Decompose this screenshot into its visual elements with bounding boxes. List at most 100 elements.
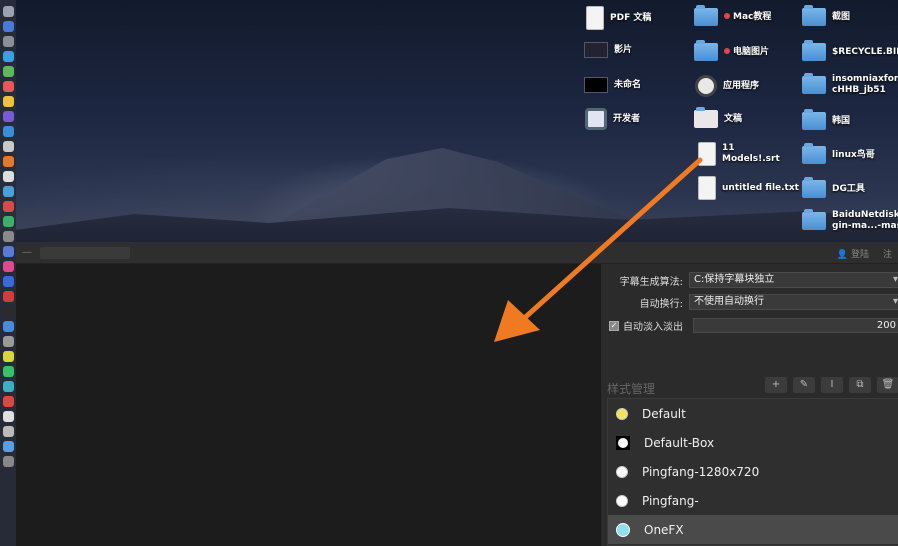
app-icon[interactable] — [2, 66, 14, 77]
style-list: Default Default-Box Pingfang-1280x720 Pi… — [607, 398, 898, 546]
desktop-item-label: PDF 文稿 — [610, 12, 652, 23]
desktop-item[interactable]: BaiduNetdiskPl gin-ma...-maste — [802, 209, 898, 232]
style-item-pingfang[interactable]: Pingfang- — [608, 486, 898, 515]
movie-thumbnail-icon — [584, 42, 608, 58]
desktop-item[interactable]: Mac教程 — [694, 5, 771, 26]
desktop-item-label: $RECYCLE.BIN — [832, 46, 898, 57]
style-name: OneFX — [644, 522, 684, 537]
desktop-item-label: 文稿 — [724, 113, 743, 124]
desktop-item-label: 应用程序 — [723, 80, 760, 91]
edit-style-button[interactable]: ✎ — [793, 377, 815, 393]
app-icon[interactable] — [2, 276, 14, 287]
desktop-item[interactable]: linux鸟哥 — [802, 143, 875, 164]
app-icon[interactable] — [2, 321, 14, 332]
safari-icon[interactable] — [2, 51, 14, 62]
style-name: Default-Box — [644, 435, 715, 450]
app-icon[interactable] — [2, 336, 14, 347]
desktop-item-label: 未命名 — [614, 79, 642, 90]
auto-wrap-select[interactable]: 不使用自动换行 — [689, 294, 898, 310]
developer-app-icon — [585, 108, 607, 130]
app-icon[interactable] — [2, 411, 14, 422]
app-icon[interactable] — [2, 426, 14, 437]
color-swatch-icon — [616, 522, 630, 537]
image-thumbnail-icon — [584, 77, 608, 93]
window-tab[interactable] — [40, 246, 130, 259]
fade-checkbox[interactable]: ✓ — [609, 320, 619, 331]
fade-duration-field[interactable]: 200 — [693, 318, 898, 333]
subtitle-algo-select[interactable]: C:保持字幕块独立 — [689, 272, 898, 288]
desktop-item-label: 11 Models!.srt — [722, 143, 780, 164]
desktop-item[interactable]: 影片 — [584, 42, 632, 58]
launchpad-icon[interactable] — [2, 21, 14, 32]
app-icon[interactable] — [2, 171, 14, 182]
style-name: Default — [642, 406, 686, 421]
desktop-item[interactable]: 电脑图片 — [694, 40, 769, 61]
folder-icon[interactable] — [2, 441, 14, 452]
box-swatch-icon — [616, 435, 630, 450]
rename-style-button[interactable]: I — [821, 377, 843, 393]
desktop-item[interactable]: PDF 文稿 — [586, 6, 651, 30]
desktop-item-label: BaiduNetdiskPl gin-ma...-maste — [832, 210, 898, 231]
app-icon[interactable] — [2, 126, 14, 137]
app-icon[interactable] — [2, 216, 14, 227]
desktop-item[interactable]: DG工具 — [802, 177, 865, 198]
desktop-item[interactable]: $RECYCLE.BIN — [802, 40, 898, 61]
subtitle-algo-row: 字幕生成算法: C:保持字幕块独立 — [601, 272, 898, 288]
app-icon[interactable] — [2, 261, 14, 272]
style-item-pingfang-1280[interactable]: Pingfang-1280x720 — [608, 457, 898, 486]
desktop-item-label: insomniaxforma cHHB_jb51 — [832, 74, 898, 95]
document-icon — [698, 176, 716, 200]
app-icon[interactable] — [2, 396, 14, 407]
red-tag-icon — [724, 12, 730, 19]
desktop-item[interactable]: 11 Models!.srt — [698, 142, 792, 166]
app-icon[interactable] — [2, 381, 14, 392]
documents-folder-icon — [694, 107, 718, 128]
settings-panel: 字幕生成算法: C:保持字幕块独立 自动换行: 不使用自动换行 ✓ 自动淡入淡出… — [600, 264, 898, 546]
desktop-item[interactable]: insomniaxforma cHHB_jb51 — [802, 73, 898, 96]
desktop-item[interactable]: 未命名 — [584, 77, 641, 93]
folder-icon — [802, 109, 826, 130]
app-icon[interactable] — [2, 186, 14, 197]
folder-icon — [802, 73, 826, 94]
add-style-button[interactable]: + — [765, 377, 787, 393]
app-icon[interactable] — [2, 156, 14, 167]
login-label: 登陆 — [850, 250, 869, 260]
color-swatch-icon — [616, 407, 628, 420]
red-tag-icon — [724, 47, 730, 54]
desktop-item[interactable]: untitled file.txt — [698, 176, 799, 200]
chrome-icon[interactable] — [2, 81, 14, 92]
app-icon[interactable] — [2, 36, 14, 47]
document-icon — [586, 6, 604, 30]
style-item-default[interactable]: Default — [608, 399, 898, 428]
copy-style-button[interactable]: ⧉ — [849, 377, 871, 393]
delete-style-button[interactable]: 🗑 — [877, 377, 898, 393]
desktop-item[interactable]: 韩国 — [802, 109, 851, 130]
desktop-item-label: 韩国 — [832, 115, 851, 126]
yandex-icon[interactable] — [2, 351, 14, 362]
style-name: Pingfang- — [642, 493, 699, 508]
app-icon[interactable] — [2, 306, 14, 317]
auto-wrap-label: 自动换行: — [639, 298, 683, 310]
folder-icon — [802, 5, 826, 26]
trash-icon[interactable] — [2, 456, 14, 467]
app-icon[interactable] — [2, 231, 14, 242]
style-name: Pingfang-1280x720 — [642, 464, 760, 479]
desktop-item[interactable]: 截图 — [802, 5, 850, 26]
register-link[interactable]: 注 — [883, 247, 892, 260]
login-link[interactable]: 👤 登陆 — [837, 247, 869, 260]
desktop-item[interactable]: 开发者 — [585, 108, 640, 130]
desktop-item[interactable]: 文稿 — [694, 107, 743, 128]
wechat-icon[interactable] — [2, 366, 14, 377]
app-icon[interactable] — [2, 246, 14, 257]
app-icon[interactable] — [2, 141, 14, 152]
finder-icon[interactable] — [2, 6, 14, 17]
style-item-onefx[interactable]: OneFX — [608, 515, 898, 544]
app-icon[interactable] — [2, 96, 14, 107]
desktop-item-label: 开发者 — [613, 113, 641, 124]
app-icon[interactable] — [2, 201, 14, 212]
style-item-default-box[interactable]: Default-Box — [608, 428, 898, 457]
desktop-item[interactable]: 应用程序 — [695, 75, 759, 97]
minimize-icon[interactable]: — — [22, 247, 32, 258]
app-icon[interactable] — [2, 291, 14, 302]
app-icon[interactable] — [2, 111, 14, 122]
